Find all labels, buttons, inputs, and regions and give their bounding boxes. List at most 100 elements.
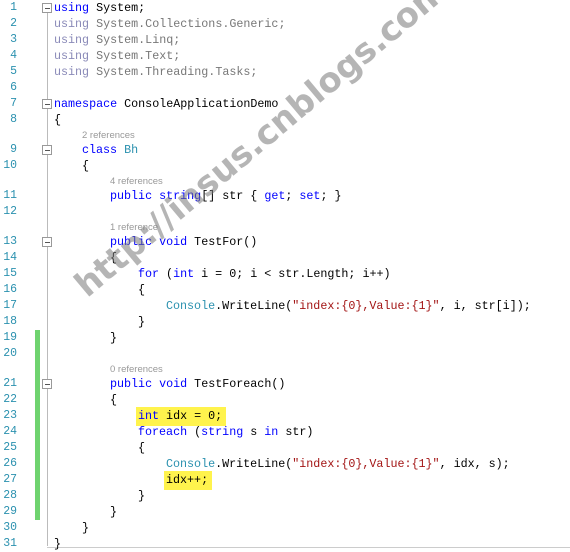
- line-number: 8: [10, 113, 17, 126]
- line-number: 31: [3, 537, 17, 550]
- code-line[interactable]: 30}: [0, 520, 570, 536]
- code-line[interactable]: 26 Console.WriteLine("index:{0},Value:{1}…: [0, 456, 570, 472]
- code-line[interactable]: 27 idx++;: [0, 471, 570, 490]
- code-token: string: [201, 425, 244, 439]
- code-line[interactable]: 16 {: [0, 282, 570, 298]
- code-token: using: [54, 49, 90, 63]
- code-token: using: [54, 1, 90, 15]
- code-token: .WriteLine(: [215, 299, 293, 313]
- line-number: 19: [3, 331, 17, 344]
- code-text: }: [138, 314, 145, 330]
- code-line[interactable]: 25 {: [0, 440, 570, 456]
- line-number: 6: [10, 81, 17, 94]
- code-text: Console.WriteLine("index:{0},Value:{1}",…: [166, 298, 531, 314]
- code-token: TestFor(): [187, 235, 258, 249]
- code-token: .WriteLine(: [215, 457, 293, 471]
- codelens-references[interactable]: 4 references: [110, 175, 163, 189]
- code-line[interactable]: 6: [0, 80, 570, 96]
- code-token: }: [138, 315, 146, 329]
- code-line[interactable]: 24 foreach (string s in str): [0, 424, 570, 440]
- code-token: Console: [166, 299, 216, 313]
- code-token: {: [138, 441, 146, 455]
- codelens-references[interactable]: 0 references: [110, 363, 163, 377]
- codelens-references[interactable]: 1 reference: [110, 221, 158, 235]
- code-line[interactable]: 11 public string[] str { get; set; }: [0, 188, 570, 204]
- collapse-toggle-icon[interactable]: [42, 99, 52, 109]
- line-number: 12: [3, 205, 17, 218]
- code-text: public void TestForeach(): [110, 376, 285, 392]
- code-text: public string[] str { get; set; }: [110, 188, 342, 204]
- code-line[interactable]: 10 {: [0, 158, 570, 174]
- code-line[interactable]: 8{: [0, 112, 570, 128]
- code-token: str): [278, 425, 314, 439]
- code-line[interactable]: 18}: [0, 314, 570, 330]
- code-token: , idx, s);: [439, 457, 510, 471]
- code-line[interactable]: 21 public void TestForeach(): [0, 376, 570, 392]
- code-text: using System.Text;: [54, 48, 180, 64]
- code-text: using System.Collections.Generic;: [54, 16, 285, 32]
- code-token: ConsoleApplicationDemo: [117, 97, 279, 111]
- code-line[interactable]: 1 using System;: [0, 0, 570, 16]
- code-token: {: [82, 159, 90, 173]
- collapse-toggle-icon[interactable]: [42, 379, 52, 389]
- code-editor[interactable]: 1 using System; 2 using System.Collections.…: [0, 0, 570, 552]
- code-line[interactable]: 5 using System.Threading.Tasks;: [0, 64, 570, 80]
- code-line[interactable]: 23 int idx = 0;: [0, 407, 570, 426]
- code-line[interactable]: 4 using System.Text;: [0, 48, 570, 64]
- code-line[interactable]: 31}: [0, 536, 570, 552]
- code-text: }: [138, 488, 145, 504]
- code-text: }: [110, 330, 117, 346]
- code-token: idx = 0;: [159, 409, 223, 423]
- code-line[interactable]: 19}: [0, 330, 570, 346]
- code-text: }: [82, 520, 89, 536]
- code-line[interactable]: 9 class Bh: [0, 142, 570, 158]
- code-token: idx++;: [166, 473, 209, 487]
- code-token: for: [138, 267, 160, 281]
- code-line[interactable]: 20: [0, 346, 570, 362]
- code-text: Console.WriteLine("index:{0},Value:{1}",…: [166, 456, 510, 472]
- code-token: in: [264, 425, 279, 439]
- codelens-references[interactable]: 2 references: [82, 129, 135, 143]
- code-line[interactable]: 14 {: [0, 250, 570, 266]
- code-token: TestForeach(): [187, 377, 286, 391]
- line-number: 29: [3, 505, 17, 518]
- code-text: using System.Linq;: [54, 32, 180, 48]
- code-line[interactable]: 2 using System.Collections.Generic;: [0, 16, 570, 32]
- code-text: }: [110, 504, 117, 520]
- code-text: {: [110, 250, 117, 266]
- line-number: 24: [3, 425, 17, 438]
- code-token: class: [82, 143, 118, 157]
- collapse-toggle-icon[interactable]: [42, 145, 52, 155]
- code-token: using: [54, 17, 90, 31]
- code-text: using System;: [54, 0, 145, 16]
- code-line[interactable]: 22 {: [0, 392, 570, 408]
- code-token: Console: [166, 457, 216, 471]
- code-token: , i, str[i]);: [439, 299, 531, 313]
- code-line[interactable]: 29}: [0, 504, 570, 520]
- code-line[interactable]: 12: [0, 204, 570, 220]
- line-number: 10: [3, 159, 17, 172]
- code-token: set: [299, 189, 321, 203]
- code-line[interactable]: 17 Console.WriteLine("index:{0},Value:{1}…: [0, 298, 570, 314]
- code-token: using: [54, 33, 90, 47]
- line-number: 11: [3, 189, 17, 202]
- line-number: 25: [3, 441, 17, 454]
- code-token: {: [138, 283, 146, 297]
- code-token: s: [243, 425, 265, 439]
- code-line[interactable]: 15 for (int i = 0; i < str.Length; i++): [0, 266, 570, 282]
- code-line[interactable]: 28}: [0, 488, 570, 504]
- code-line[interactable]: 7 namespace ConsoleApplicationDemo: [0, 96, 570, 112]
- line-number: 26: [3, 457, 17, 470]
- code-line[interactable]: 13 public void TestFor(): [0, 234, 570, 250]
- code-token: [] str {: [201, 189, 265, 203]
- collapse-toggle-icon[interactable]: [42, 3, 52, 13]
- collapse-toggle-icon[interactable]: [42, 237, 52, 247]
- code-text: }: [54, 536, 61, 552]
- line-number: 14: [3, 251, 17, 264]
- code-line[interactable]: 3 using System.Linq;: [0, 32, 570, 48]
- code-text: class Bh: [82, 142, 138, 158]
- code-token: System;: [89, 1, 146, 15]
- line-number: 7: [10, 97, 17, 110]
- code-token: Bh: [124, 143, 139, 157]
- code-text: for (int i = 0; i < str.Length; i++): [138, 266, 391, 282]
